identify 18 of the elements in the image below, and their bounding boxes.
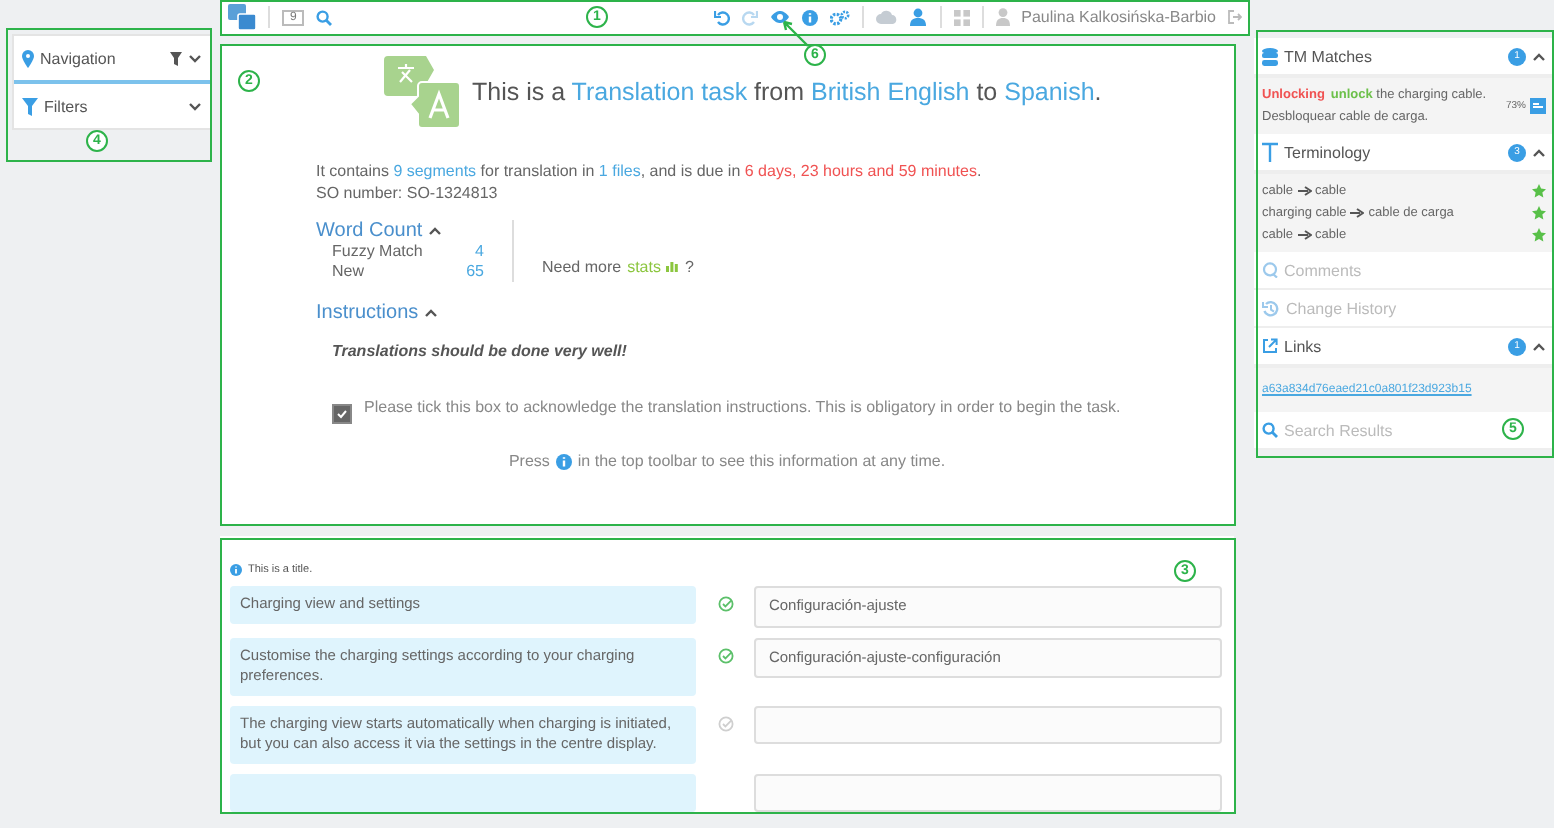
hint-text: in the top toolbar to see this information at any time.	[577, 452, 946, 470]
task-summary: It contains 9 segments for translation in 1 files, and is due in 6 days, 23 hours and 59 minutes.	[316, 160, 984, 182]
task-title: This is a Translation task from British English to Spanish.	[472, 78, 1102, 106]
word-count-label: Fuzzy Match	[332, 242, 423, 262]
panel-header[interactable]: Filters	[14, 84, 210, 128]
instructions-text: Translations should be done very well!	[332, 342, 629, 360]
user-name[interactable]: Paulina Kalkosińska-Barbio	[1021, 8, 1216, 26]
panel-header[interactable]: Navigation	[14, 36, 210, 84]
acknowledge-label: Please tick this box to acknowledge the translation instructions. This is obligatory in order to begin the task.	[364, 396, 1121, 420]
hint-text: Press	[508, 452, 550, 470]
help-mark[interactable]: ?	[684, 257, 694, 275]
section-heading[interactable]: Instructions	[316, 302, 419, 324]
word-count-label: New	[332, 262, 365, 282]
stats-prompt: Need more	[542, 257, 622, 275]
word-count-value: 4	[475, 242, 484, 262]
so-number: SO number: SO-1324813	[316, 182, 500, 204]
word-count-value: 65	[466, 262, 484, 282]
section-heading[interactable]: Word Count	[316, 220, 423, 242]
